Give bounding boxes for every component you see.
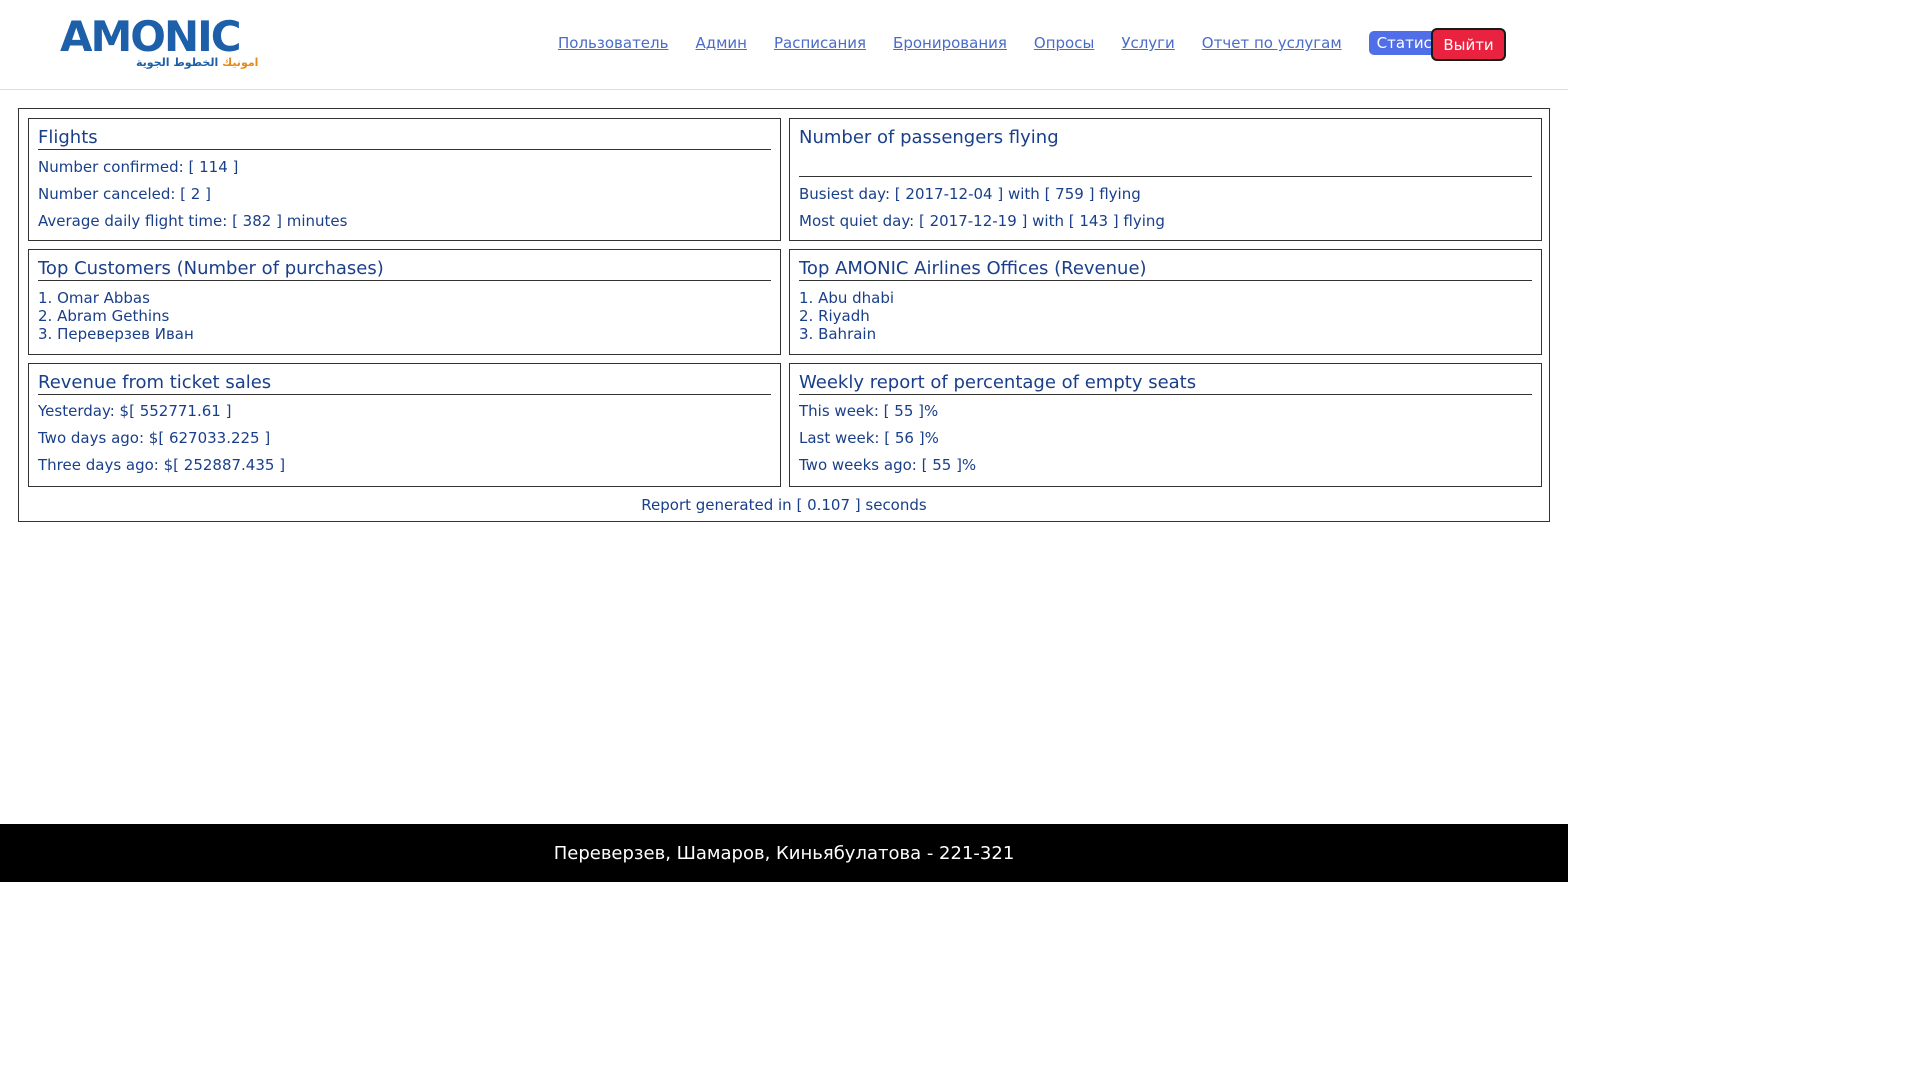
nav-services-report[interactable]: Отчет по услугам <box>1202 31 1342 55</box>
flights-canceled: Number canceled: [ 2 ] <box>38 185 211 203</box>
page-footer: Переверзев, Шамаров, Киньябулатова - 221… <box>0 824 1568 882</box>
revenue-yesterday: Yesterday: $[ 552771.61 ] <box>38 402 232 420</box>
revenue-panel: Revenue from ticket sales Yesterday: $[ … <box>28 363 781 487</box>
main-nav: Пользователь Админ Расписания Бронирован… <box>558 31 1495 55</box>
offices-panel: Top AMONIC Airlines Offices (Revenue) 1.… <box>789 249 1542 355</box>
empty-seats-title: Weekly report of percentage of empty sea… <box>799 364 1532 395</box>
customer-item: 2. Abram Gethins <box>38 307 170 325</box>
office-item: 3. Bahrain <box>799 325 877 343</box>
office-item: 2. Riyadh <box>799 307 870 325</box>
offices-title: Top AMONIC Airlines Offices (Revenue) <box>799 250 1532 281</box>
customers-title: Top Customers (Number of purchases) <box>38 250 771 281</box>
nav-surveys[interactable]: Опросы <box>1034 31 1094 55</box>
flights-avg-time: Average daily flight time: [ 382 ] minut… <box>38 212 348 230</box>
footer-authors: Переверзев, Шамаров, Киньябулатова - 221… <box>553 842 1015 864</box>
logo-arabic-subtitle: امونيك الخطوط الجوية <box>136 56 259 69</box>
customers-panel: Top Customers (Number of purchases) 1. O… <box>28 249 781 355</box>
revenue-title: Revenue from ticket sales <box>38 364 771 395</box>
passengers-panel: Number of passengers flying Busiest day:… <box>789 118 1542 241</box>
customer-item: 1. Omar Abbas <box>38 289 150 307</box>
amonic-logo: AMONIC امونيك الخطوط الجوية <box>60 12 258 74</box>
nav-services[interactable]: Услуги <box>1121 31 1174 55</box>
passengers-busiest-day: Busiest day: [ 2017-12-04 ] with [ 759 ]… <box>799 185 1141 203</box>
customer-item: 3. Переверзев Иван <box>38 325 194 343</box>
statistics-report: Flights Number confirmed: [ 114 ] Number… <box>18 108 1550 522</box>
top-header: AMONIC امونيك الخطوط الجوية Пользователь… <box>0 0 1568 90</box>
nav-users[interactable]: Пользователь <box>558 31 668 55</box>
nav-schedules[interactable]: Расписания <box>774 31 866 55</box>
flights-panel: Flights Number confirmed: [ 114 ] Number… <box>28 118 781 241</box>
empty-seats-last-week: Last week: [ 56 ]% <box>799 429 939 447</box>
logout-button[interactable]: Выйти <box>1431 28 1506 61</box>
logo-wordmark: AMONIC <box>60 12 242 61</box>
empty-seats-panel: Weekly report of percentage of empty sea… <box>789 363 1542 487</box>
report-generation-time: Report generated in [ 0.107 ] seconds <box>641 496 927 514</box>
office-item: 1. Abu dhabi <box>799 289 895 307</box>
passengers-quiet-day: Most quiet day: [ 2017-12-19 ] with [ 14… <box>799 212 1165 230</box>
revenue-three-days-ago: Three days ago: $[ 252887.435 ] <box>38 456 286 474</box>
flights-title: Flights <box>38 119 771 150</box>
empty-seats-two-weeks-ago: Two weeks ago: [ 55 ]% <box>799 456 977 474</box>
passengers-title: Number of passengers flying <box>799 119 1532 177</box>
nav-admin[interactable]: Админ <box>695 31 747 55</box>
nav-bookings[interactable]: Бронирования <box>893 31 1007 55</box>
flights-confirmed: Number confirmed: [ 114 ] <box>38 158 239 176</box>
revenue-two-days-ago: Two days ago: $[ 627033.225 ] <box>38 429 271 447</box>
empty-seats-this-week: This week: [ 55 ]% <box>799 402 939 420</box>
